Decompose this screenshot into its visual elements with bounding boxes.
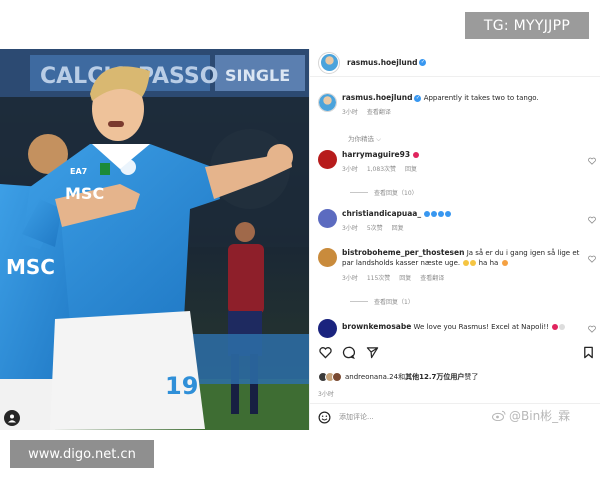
chevron-down-icon: ⌵ xyxy=(376,135,382,143)
comment-icon[interactable] xyxy=(342,346,355,359)
caption-avatar[interactable] xyxy=(318,93,337,112)
comment-filter[interactable]: 为你精选 ⌵ xyxy=(348,133,381,144)
svg-text:MSC: MSC xyxy=(6,255,55,279)
add-comment-input[interactable]: 添加评论... xyxy=(339,412,374,422)
commenter-avatar[interactable] xyxy=(318,319,337,338)
commenter-avatar[interactable] xyxy=(318,150,337,169)
author-username[interactable]: rasmus.hoejlund xyxy=(347,58,417,67)
comment-item: christiandicapuaa_ 3小时 5次赞 回复 xyxy=(318,209,588,232)
player-photo: CALCIO PASSO SINGLE MSC EA7 MSC 19 xyxy=(0,49,309,430)
author-avatar[interactable] xyxy=(318,51,340,74)
svg-text:SINGLE: SINGLE xyxy=(225,66,290,85)
translate-link[interactable]: 查看翻译 xyxy=(367,107,391,116)
comment-like-heart-icon[interactable] xyxy=(588,157,596,165)
svg-text:EA7: EA7 xyxy=(70,167,87,176)
shorts-number: 19 xyxy=(165,372,198,400)
caption: rasmus.hoejlund ✓ Apparently it takes two… xyxy=(318,93,588,116)
bookmark-icon[interactable] xyxy=(582,346,595,359)
post-side-panel: rasmus.hoejlund ✓ rasmus.hoejlund ✓ Appar… xyxy=(309,49,600,430)
heart-emoji-icon xyxy=(413,152,420,158)
comment-item: harrymaguire93 3小时 1,083次赞 回复 xyxy=(318,150,588,173)
screenshot: CALCIO PASSO SINGLE MSC EA7 MSC 19 rasmu… xyxy=(0,0,600,480)
blue-heart-emoji-icon xyxy=(445,211,452,217)
comment-like-heart-icon[interactable] xyxy=(588,325,596,333)
comment-like-heart-icon[interactable] xyxy=(588,255,596,263)
verified-icon: ✓ xyxy=(419,59,427,66)
post-photo[interactable]: CALCIO PASSO SINGLE MSC EA7 MSC 19 xyxy=(0,49,309,430)
comment-text: We love you Rasmus! Excel at Napoli!! xyxy=(413,323,549,331)
user-tag-icon[interactable] xyxy=(4,410,20,426)
heart-icon[interactable] xyxy=(319,346,332,359)
emoji-icon[interactable] xyxy=(318,411,331,424)
laugh-emoji-icon xyxy=(501,260,508,266)
svg-text:MSC: MSC xyxy=(65,184,104,203)
site-watermark: www.digo.net.cn xyxy=(10,440,154,468)
verified-icon: ✓ xyxy=(414,94,422,102)
comment-like-heart-icon[interactable] xyxy=(588,216,596,224)
view-replies[interactable]: 查看回复（1） xyxy=(350,297,414,306)
likes-summary[interactable]: andreonana.24和 其他12.7万位用户 赞了 xyxy=(318,372,478,382)
caption-text: Apparently it takes two to tango. xyxy=(423,94,539,102)
weibo-logo-icon xyxy=(492,410,506,421)
view-replies[interactable]: 查看回复（10） xyxy=(350,188,418,197)
post-date: 3小时 xyxy=(318,391,334,398)
send-icon[interactable] xyxy=(366,346,379,359)
commenter-avatar[interactable] xyxy=(318,248,337,267)
post-header: rasmus.hoejlund ✓ xyxy=(310,49,600,77)
post-action-bar xyxy=(310,346,600,364)
comment-item: brownkemosabe We love you Rasmus! Excel … xyxy=(318,319,588,338)
weibo-watermark: @Bin彬_霖 xyxy=(492,407,570,424)
moon-emoji-icon xyxy=(559,324,566,330)
comment-item: bistroboheme_per_thostesen Ja så er du i… xyxy=(318,248,588,282)
commenter-avatar[interactable] xyxy=(318,209,337,228)
telegram-watermark: TG: MYYJJPP xyxy=(465,12,589,39)
liker-avatars xyxy=(332,372,342,382)
